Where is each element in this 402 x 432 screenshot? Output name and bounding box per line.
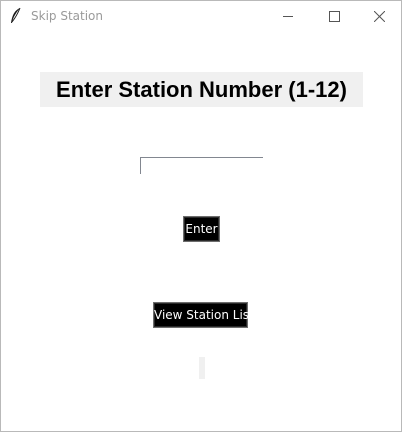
maximize-button[interactable] [311, 1, 357, 32]
enter-button[interactable]: Enter [183, 216, 220, 242]
window-title: Skip Station [31, 9, 103, 23]
close-icon [373, 11, 385, 22]
station-number-input[interactable] [140, 157, 263, 174]
feather-icon [9, 7, 23, 25]
result-label [199, 357, 205, 379]
minimize-icon [282, 11, 294, 22]
main-content: Enter Station Number (1-12) Enter View S… [1, 32, 401, 431]
maximize-icon [328, 11, 340, 22]
close-button[interactable] [356, 1, 401, 32]
app-window: Skip Station Enter Station Number (1-12)… [0, 0, 402, 432]
minimize-button[interactable] [265, 1, 311, 32]
title-bar[interactable]: Skip Station [1, 1, 401, 32]
view-station-list-button[interactable]: View Station List [153, 302, 254, 328]
page-title: Enter Station Number (1-12) [40, 72, 363, 107]
